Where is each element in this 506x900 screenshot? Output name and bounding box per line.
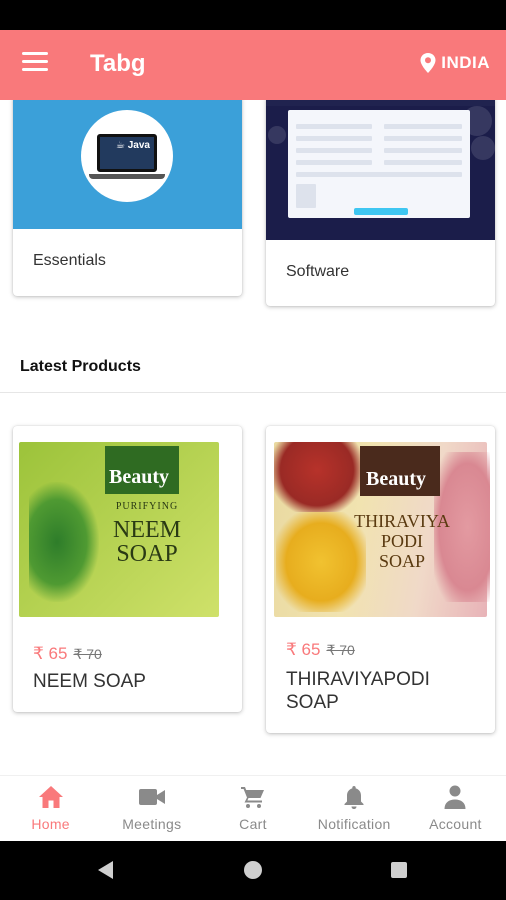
nav-label: Cart	[239, 816, 267, 832]
product-image: Beauty PURIFYING NEEM SOAP	[19, 442, 236, 620]
cart-icon	[241, 787, 264, 808]
recents-icon[interactable]	[391, 862, 407, 878]
person-icon	[444, 785, 466, 809]
price: ₹ 65	[286, 640, 321, 659]
box-text: NEEM	[113, 517, 181, 543]
nav-label: Meetings	[122, 816, 182, 832]
nav-label: Home	[31, 816, 70, 832]
box-text: PODI	[380, 531, 423, 551]
product-card-thiraviyapodi-soap[interactable]: Beauty THIRAVIYA PODI SOAP ₹ 65 ₹ 70 THI…	[266, 426, 495, 733]
divider	[0, 392, 506, 393]
bell-icon	[344, 786, 364, 809]
main-content: ☕ Java Essentials Software Latest Produc…	[0, 100, 506, 775]
category-card-software[interactable]: Software	[266, 100, 495, 306]
app-title: Tabg	[90, 50, 146, 77]
home-circle-icon[interactable]	[244, 861, 262, 879]
price: ₹ 65	[33, 644, 68, 663]
location-selector[interactable]: INDIA	[419, 52, 490, 74]
price-row: ₹ 65 ₹ 70	[286, 640, 355, 660]
nav-cart[interactable]: Cart	[202, 776, 303, 841]
category-card-essentials[interactable]: ☕ Java Essentials	[13, 100, 242, 296]
nav-label: Account	[429, 816, 482, 832]
nav-meetings[interactable]: Meetings	[101, 776, 202, 841]
old-price: ₹ 70	[73, 646, 102, 662]
essentials-image: ☕ Java	[13, 100, 242, 229]
location-label: INDIA	[441, 53, 490, 72]
category-label: Software	[286, 263, 350, 280]
product-name: NEEM SOAP	[33, 671, 146, 692]
location-pin-icon	[420, 53, 436, 73]
status-bar	[0, 0, 506, 30]
back-icon[interactable]	[98, 861, 113, 879]
box-brand: Beauty	[109, 466, 169, 488]
box-text: SOAP	[116, 541, 178, 567]
nav-notification[interactable]: Notification	[304, 776, 405, 841]
price-row: ₹ 65 ₹ 70	[33, 644, 102, 664]
nav-account[interactable]: Account	[405, 776, 506, 841]
box-text: PURIFYING	[115, 501, 179, 512]
section-title: Latest Products	[20, 358, 141, 375]
bottom-nav: Home Meetings Cart Notification Account	[0, 775, 506, 841]
old-price: ₹ 70	[326, 642, 355, 658]
product-card-neem-soap[interactable]: Beauty PURIFYING NEEM SOAP ₹ 65 ₹ 70 NEE…	[13, 426, 242, 712]
nav-home[interactable]: Home	[0, 776, 101, 841]
nav-label: Notification	[317, 816, 391, 832]
system-navigation-bar	[0, 841, 506, 900]
product-name: THIRAVIYAPODI SOAP	[286, 669, 430, 713]
home-icon	[38, 786, 63, 808]
app-bar: Tabg INDIA	[0, 30, 506, 100]
box-text: SOAP	[378, 551, 426, 571]
box-brand: Beauty	[366, 468, 426, 490]
video-camera-icon	[138, 789, 165, 805]
box-text: THIRAVIYA	[354, 511, 450, 531]
menu-icon[interactable]	[22, 52, 48, 74]
software-image	[266, 100, 495, 240]
category-label: Essentials	[33, 252, 106, 269]
product-image: Beauty THIRAVIYA PODI SOAP	[274, 442, 491, 620]
